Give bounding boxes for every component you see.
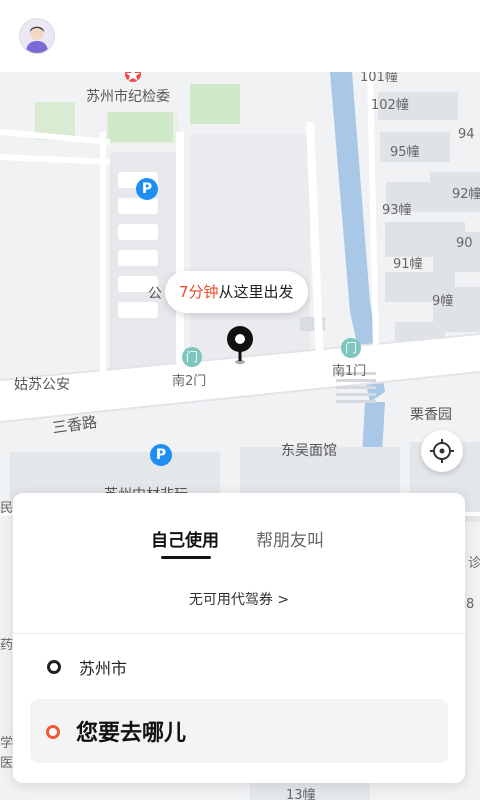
gate-icon-south2[interactable]: 门	[182, 347, 202, 367]
panel-divider	[13, 633, 465, 634]
locate-button[interactable]	[421, 430, 463, 472]
map-label-edge-zhen: 诊	[468, 556, 480, 571]
coupon-link[interactable]: 无可用代驾券 >	[13, 589, 465, 609]
departure-bubble[interactable]: 7分钟从这里出发	[165, 271, 308, 313]
map-label-b92: 92幢	[452, 187, 480, 202]
map-label-police: 姑苏公安	[14, 377, 70, 393]
map-label-edge-xue: 学	[0, 736, 14, 751]
destination-dot-icon	[46, 725, 60, 739]
parking-icon[interactable]: P	[136, 178, 158, 200]
map-label-b101: 101幢	[360, 72, 398, 85]
crosshair-icon	[430, 439, 454, 463]
map-label-edge-ba: 8	[466, 597, 475, 612]
departure-eta: 7分钟	[179, 283, 219, 301]
map-label-b95: 95幢	[390, 145, 420, 160]
active-tab-indicator	[161, 556, 211, 559]
map-label-b94: 94	[458, 127, 475, 142]
map-label-b102: 102幢	[371, 98, 409, 113]
map-label-lixiang: 栗香园	[410, 407, 452, 423]
map-label-south1: 南1门	[332, 364, 367, 379]
map-label-b91: 91幢	[393, 257, 423, 272]
parking-icon-2[interactable]: P	[150, 444, 172, 466]
departure-text: 从这里出发	[218, 283, 294, 301]
tab-call-for-friend[interactable]: 帮朋友叫	[256, 526, 324, 551]
map-label-edge-yi: 医	[0, 756, 14, 771]
gate-icon-south1[interactable]: 门	[341, 338, 361, 358]
map-label-b90: 90	[456, 236, 473, 251]
map-label-b93: 93幢	[382, 203, 412, 218]
map-label-commission: 苏州市纪检委	[86, 89, 170, 105]
origin-location[interactable]: 苏州市	[79, 655, 127, 679]
tab-self-use[interactable]: 自己使用	[151, 526, 219, 551]
booking-panel: 自己使用 帮朋友叫 无可用代驾券 > 苏州市 您要去哪儿	[13, 493, 465, 783]
mode-tabs: 自己使用 帮朋友叫	[13, 493, 465, 561]
map-label-edge-yao: 药	[0, 638, 14, 653]
map-label-b13: 13幢	[286, 788, 316, 800]
map-label-gong: 公	[148, 286, 162, 302]
origin-dot-icon	[47, 660, 61, 674]
top-bar	[0, 0, 480, 72]
map-label-dongwu: 东吴面馆	[281, 443, 337, 459]
map-label-b9: 9幢	[432, 294, 454, 309]
destination-input[interactable]: 您要去哪儿	[30, 699, 448, 763]
destination-placeholder: 您要去哪儿	[76, 721, 187, 746]
user-avatar-icon[interactable]	[19, 18, 55, 54]
map-label-south2: 南2门	[172, 374, 207, 389]
map-label-edge-min: 民	[0, 501, 14, 516]
